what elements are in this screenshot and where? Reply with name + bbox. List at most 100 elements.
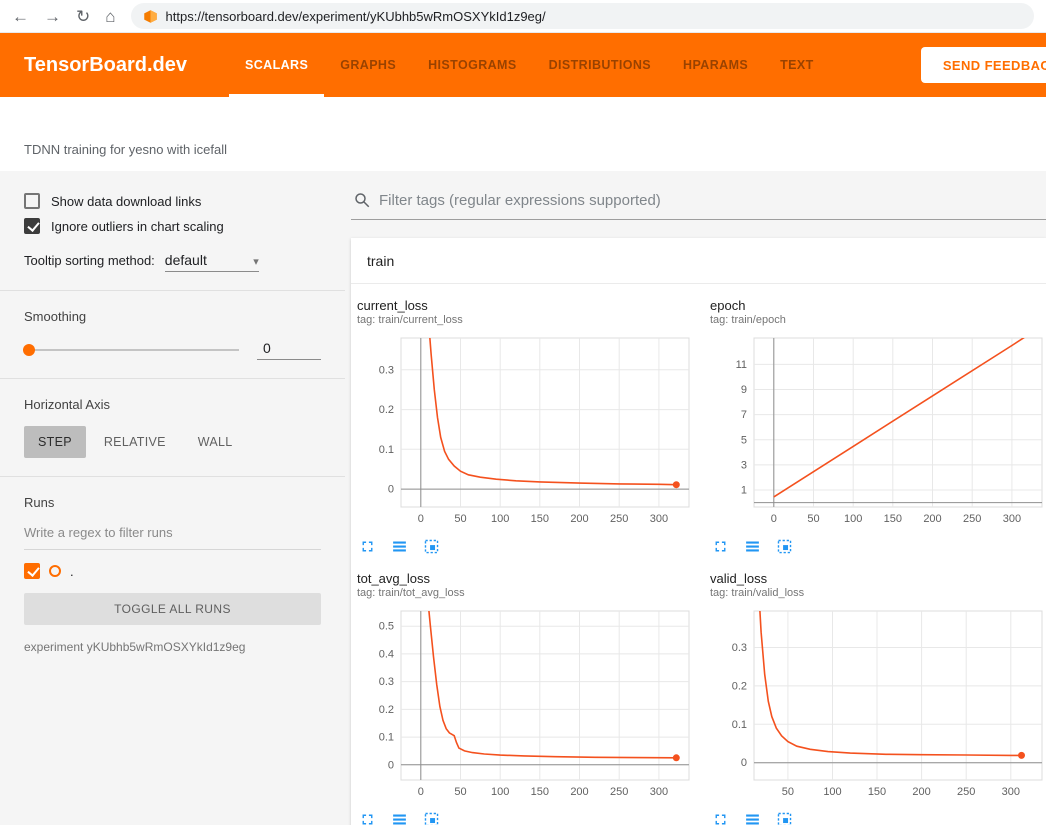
- forward-icon[interactable]: →: [44, 8, 61, 25]
- expand-chart-icon[interactable]: [712, 811, 729, 825]
- svg-text:0.1: 0.1: [379, 444, 394, 456]
- line-chart[interactable]: 1357911050100150200250300: [710, 333, 1046, 531]
- tab-scalars[interactable]: SCALARS: [229, 33, 324, 97]
- charts-grid: current_loss tag: train/current_loss 0 0.…: [351, 284, 1046, 825]
- svg-text:250: 250: [610, 786, 628, 798]
- chart-tag: tag: train/valid_loss: [710, 587, 1046, 599]
- svg-text:200: 200: [923, 513, 941, 525]
- tooltip-sorting-row: Tooltip sorting method: default ▾: [24, 252, 321, 272]
- scalar-chart-card: current_loss tag: train/current_loss 0 0.…: [357, 298, 702, 555]
- smoothing-slider[interactable]: [24, 349, 239, 351]
- scalar-chart-card: epoch tag: train/epoch 13579110501001502…: [710, 298, 1046, 555]
- axis-step-button[interactable]: STEP: [24, 426, 86, 458]
- svg-text:100: 100: [491, 786, 509, 798]
- svg-text:200: 200: [570, 513, 588, 525]
- tab-graphs[interactable]: GRAPHS: [324, 33, 412, 97]
- axis-relative-button[interactable]: RELATIVE: [90, 426, 180, 458]
- svg-text:0: 0: [388, 759, 394, 771]
- chart-title: epoch: [710, 298, 1046, 313]
- ignore-outliers-checkbox[interactable]: Ignore outliers in chart scaling: [24, 218, 321, 234]
- tooltip-sorting-select[interactable]: default ▾: [165, 252, 259, 272]
- nav-tabs: SCALARS GRAPHS HISTOGRAMS DISTRIBUTIONS …: [229, 33, 830, 97]
- tab-distributions[interactable]: DISTRIBUTIONS: [533, 33, 667, 97]
- tensorboard-page: ← → ↻ ⌂ https://tensorboard.dev/experime…: [0, 0, 1046, 825]
- app-logo: TensorBoard.dev: [24, 54, 187, 77]
- checkbox-label: Show data download links: [51, 194, 201, 209]
- scalar-chart-card: valid_loss tag: train/valid_loss 00.10.2…: [710, 571, 1046, 825]
- settings-sidebar: Show data download links Ignore outliers…: [0, 171, 345, 825]
- chart-tag: tag: train/tot_avg_loss: [357, 587, 702, 599]
- search-icon: [353, 191, 371, 209]
- checkbox-label: Ignore outliers in chart scaling: [51, 219, 224, 234]
- svg-text:100: 100: [491, 513, 509, 525]
- address-bar[interactable]: https://tensorboard.dev/experiment/yKUbh…: [131, 3, 1034, 29]
- svg-text:0: 0: [771, 513, 777, 525]
- runs-filter-input[interactable]: [24, 525, 321, 540]
- svg-text:250: 250: [963, 513, 981, 525]
- fit-domain-icon[interactable]: [776, 538, 793, 555]
- site-favicon: [143, 9, 158, 24]
- line-chart[interactable]: 00.10.20.350100150200250300: [710, 606, 1046, 804]
- line-chart[interactable]: 00.10.20.30.40.5050100150200250300: [357, 606, 697, 804]
- experiment-header: TDNN training for yesno with icefall: [0, 97, 1046, 171]
- runs-list-icon[interactable]: [744, 538, 761, 555]
- runs-list-icon[interactable]: [391, 538, 408, 555]
- expand-chart-icon[interactable]: [359, 538, 376, 555]
- url-text: https://tensorboard.dev/experiment/yKUbh…: [166, 9, 546, 24]
- train-section-header[interactable]: train: [351, 238, 1046, 284]
- horizontal-axis-buttons: STEP RELATIVE WALL: [24, 426, 321, 458]
- chart-title: valid_loss: [710, 571, 1046, 586]
- content: Show data download links Ignore outliers…: [0, 171, 1046, 825]
- chart-tag: tag: train/epoch: [710, 314, 1046, 326]
- send-feedback-button[interactable]: SEND FEEDBACK: [921, 47, 1046, 83]
- runs-label: Runs: [24, 495, 321, 510]
- chart-toolbar: [712, 811, 1046, 825]
- chart-title: tot_avg_loss: [357, 571, 702, 586]
- svg-text:250: 250: [957, 786, 975, 798]
- svg-text:0.5: 0.5: [379, 621, 394, 633]
- svg-text:0: 0: [388, 484, 394, 496]
- axis-wall-button[interactable]: WALL: [184, 426, 247, 458]
- svg-text:0.2: 0.2: [379, 704, 394, 716]
- divider: [0, 476, 345, 477]
- svg-text:11: 11: [736, 359, 747, 371]
- svg-text:0: 0: [418, 513, 424, 525]
- checkbox-checked-icon[interactable]: [24, 218, 40, 234]
- checkbox-unchecked-icon[interactable]: [24, 193, 40, 209]
- slider-knob[interactable]: [23, 344, 35, 356]
- svg-text:0.1: 0.1: [732, 719, 747, 731]
- run-row[interactable]: .: [24, 563, 321, 579]
- runs-list-icon[interactable]: [744, 811, 761, 825]
- train-section-card: train current_loss tag: train/current_lo…: [351, 238, 1046, 825]
- toggle-all-runs-button[interactable]: TOGGLE ALL RUNS: [24, 593, 321, 625]
- svg-text:0.3: 0.3: [379, 364, 394, 376]
- run-checkbox-icon[interactable]: [24, 563, 40, 579]
- home-icon[interactable]: ⌂: [105, 8, 115, 25]
- fit-domain-icon[interactable]: [423, 811, 440, 825]
- reload-icon[interactable]: ↻: [76, 8, 90, 25]
- chart-title: current_loss: [357, 298, 702, 313]
- tab-text[interactable]: TEXT: [764, 33, 830, 97]
- svg-text:0.3: 0.3: [732, 642, 747, 654]
- fit-domain-icon[interactable]: [423, 538, 440, 555]
- horizontal-axis-label: Horizontal Axis: [24, 397, 321, 412]
- svg-text:50: 50: [807, 513, 819, 525]
- back-icon[interactable]: ←: [12, 8, 29, 25]
- runs-list-icon[interactable]: [391, 811, 408, 825]
- svg-text:7: 7: [741, 409, 747, 421]
- svg-text:50: 50: [782, 786, 794, 798]
- tab-hparams[interactable]: HPARAMS: [667, 33, 764, 97]
- smoothing-value-field[interactable]: 0: [257, 340, 321, 360]
- tag-filter-input[interactable]: [379, 192, 1044, 209]
- app-header: TensorBoard.dev SCALARS GRAPHS HISTOGRAM…: [0, 33, 1046, 97]
- svg-text:50: 50: [454, 513, 466, 525]
- tab-histograms[interactable]: HISTOGRAMS: [412, 33, 533, 97]
- show-download-links-checkbox[interactable]: Show data download links: [24, 193, 321, 209]
- svg-text:50: 50: [454, 786, 466, 798]
- fit-domain-icon[interactable]: [776, 811, 793, 825]
- chart-tag: tag: train/current_loss: [357, 314, 702, 326]
- expand-chart-icon[interactable]: [712, 538, 729, 555]
- line-chart[interactable]: 00.10.20.3050100150200250300: [357, 333, 697, 531]
- svg-text:300: 300: [1002, 786, 1020, 798]
- expand-chart-icon[interactable]: [359, 811, 376, 825]
